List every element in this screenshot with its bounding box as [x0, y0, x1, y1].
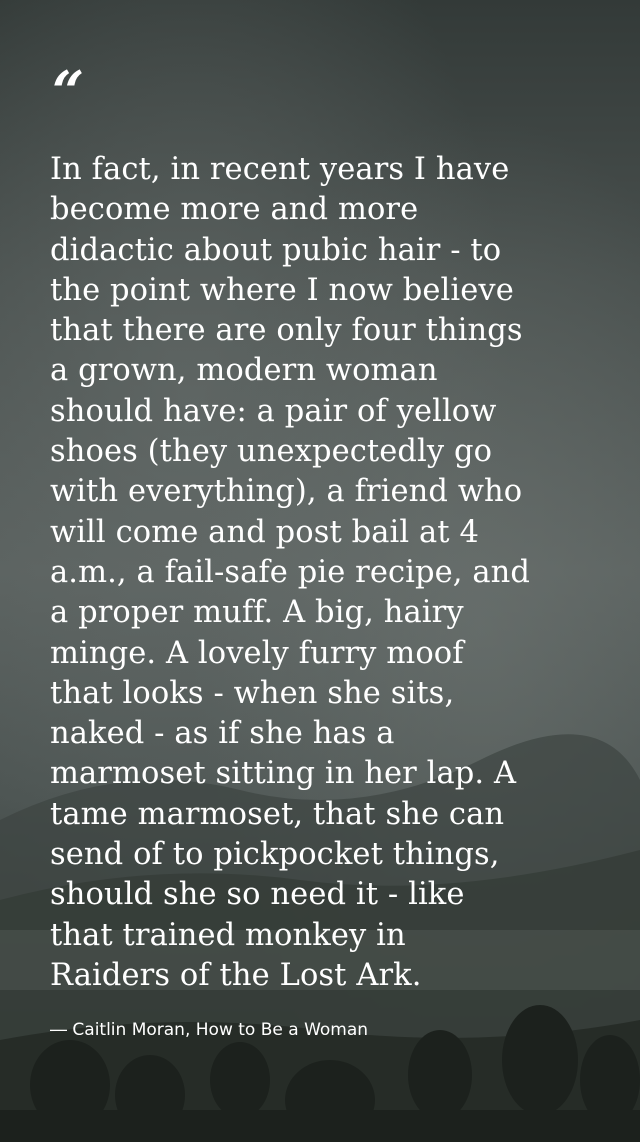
- opening-quote-mark: “: [52, 59, 85, 125]
- quote-line: send of to pickpocket things,: [50, 837, 500, 873]
- quote-line: should she so need it - like: [50, 877, 465, 913]
- quote-line: become more and more: [50, 192, 419, 228]
- quote-attribution: ― Caitlin Moran, How to Be a Woman: [50, 1020, 369, 1040]
- quote-line: In fact, in recent years I have: [50, 152, 510, 187]
- quote-text: In fact, in recent years I have become m…: [50, 150, 620, 996]
- quote-line: that looks - when she sits,: [50, 675, 455, 711]
- quote-line: a.m., a fail-safe pie recipe, and: [50, 554, 531, 590]
- quote-line: should have: a pair of yellow: [50, 393, 497, 429]
- quote-line: a proper muff. A big, hairy: [50, 595, 464, 631]
- quote-line: a grown, modern woman: [50, 353, 438, 389]
- quote-line: minge. A lovely furry moof: [50, 635, 464, 671]
- quote-line: with everything), a friend who: [50, 474, 523, 510]
- quote-line: shoes (they unexpectedly go: [50, 434, 493, 470]
- quote-line: tame marmoset, that she can: [50, 796, 505, 832]
- quote-line: the point where I now believe: [50, 272, 514, 308]
- quote-line: Raiders of the Lost Ark.: [50, 957, 422, 993]
- quote-line: will come and post bail at 4: [50, 514, 479, 550]
- quote-line: didactic about pubic hair - to: [50, 232, 502, 268]
- quote-line: that trained monkey in: [50, 917, 406, 953]
- quote-line: naked - as if she has a: [50, 716, 395, 752]
- quote-line: that there are only four things: [50, 313, 523, 349]
- quote-line: marmoset sitting in her lap. A: [50, 756, 517, 792]
